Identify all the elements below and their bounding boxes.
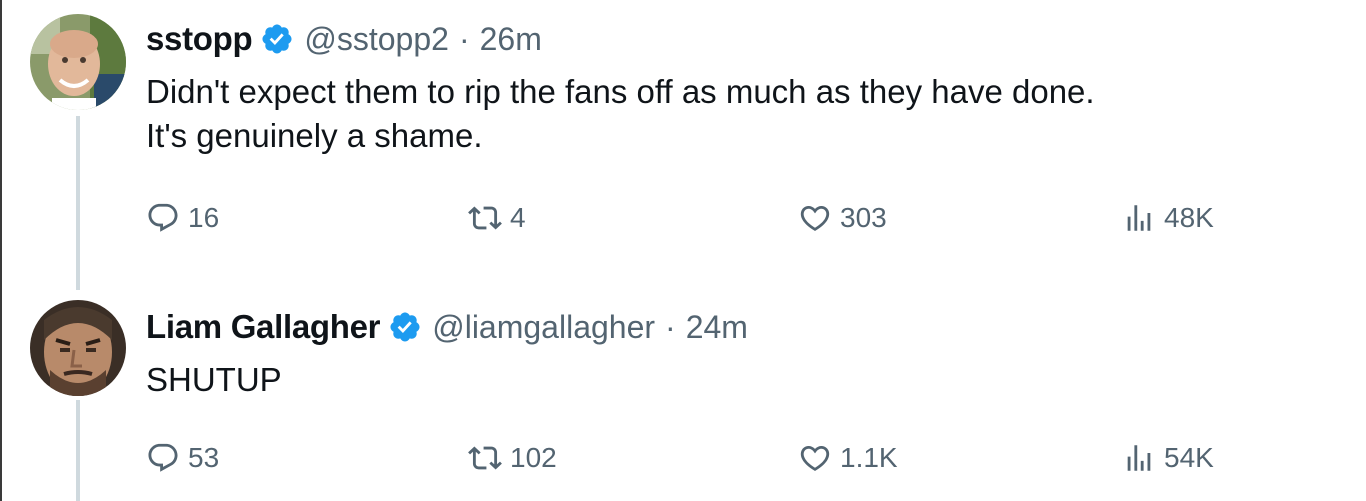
separator-dot: · [665,308,676,345]
tweet-text: Didn't expect them to rip the fans off a… [146,70,1095,158]
tweet-text-line: Didn't expect them to rip the fans off a… [146,73,1095,110]
reply-count: 53 [188,442,220,473]
reply-icon [148,443,178,472]
timestamp[interactable]: 26m [480,21,542,58]
reply-count: 16 [188,202,220,233]
repost-count: 4 [510,202,526,233]
tweet-text-line: It's genuinely a shame. [146,117,483,154]
display-name[interactable]: Liam Gallagher [146,308,381,346]
verified-badge-icon[interactable] [388,310,422,344]
tweet-header: sstopp @sstopp2 · 26m [146,20,542,58]
user-handle[interactable]: @liamgallagher [432,309,655,346]
like-button[interactable]: 1.1K [798,436,898,480]
views-icon [1127,205,1151,231]
separator-dot: · [458,20,470,57]
reply-button[interactable]: 16 [146,196,219,240]
reply-button[interactable]: 53 [146,436,219,480]
display-name[interactable]: sstopp [146,20,253,58]
views-button[interactable]: 54K [1122,436,1214,480]
views-icon [1127,445,1151,471]
heart-icon [800,205,830,231]
views-button[interactable]: 48K [1122,196,1214,240]
action-bar: 16 4 303 48K [146,196,1266,240]
like-count: 1.1K [840,442,898,473]
repost-button[interactable]: 102 [468,436,557,480]
action-bar: 53 102 1.1K 54K [146,436,1266,480]
tweet: Liam Gallagher @liamgallagher · 24m SHUT… [0,290,1366,501]
repost-icon [468,446,502,470]
like-button[interactable]: 303 [798,196,887,240]
repost-icon [468,206,502,230]
view-count: 48K [1164,202,1214,233]
tweet-header: Liam Gallagher @liamgallagher · 24m [146,308,748,346]
tweet-text-line: SHUTUP [146,361,282,398]
reply-icon [148,203,178,232]
repost-count: 102 [510,442,557,473]
repost-button[interactable]: 4 [468,196,526,240]
timestamp[interactable]: 24m [686,309,748,346]
like-count: 303 [840,202,887,233]
heart-icon [800,445,830,471]
verified-badge-icon[interactable] [260,22,294,56]
avatar[interactable] [30,300,126,396]
tweet-text: SHUTUP [146,358,282,402]
thread-line [76,400,80,501]
tweet: sstopp @sstopp2 · 26m Didn't expect them… [0,0,1366,290]
avatar[interactable] [30,14,126,110]
thread-line [76,116,80,290]
user-handle[interactable]: @sstopp2 [304,21,449,58]
view-count: 54K [1164,442,1214,473]
